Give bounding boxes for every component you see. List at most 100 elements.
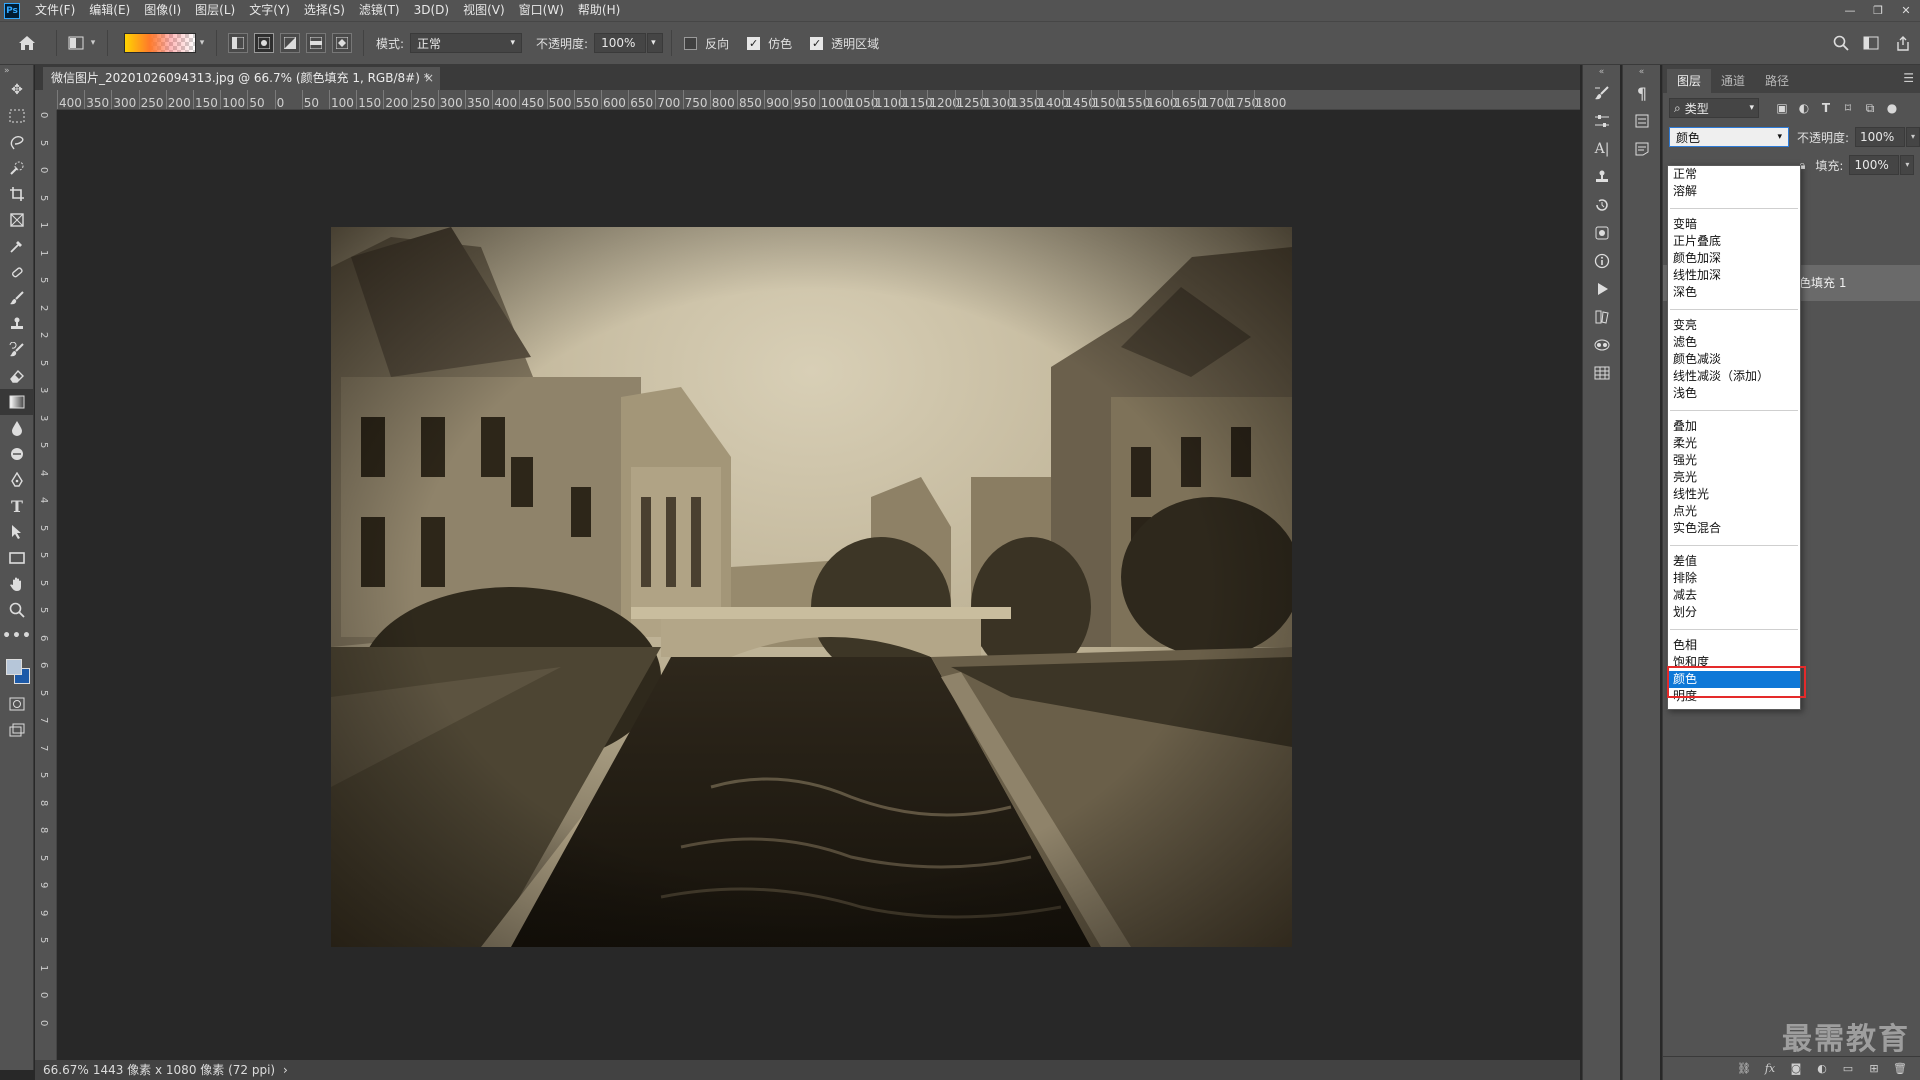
menu-item[interactable]: 帮助(H) bbox=[571, 0, 627, 21]
blend-mode-option[interactable]: 划分 bbox=[1668, 604, 1800, 621]
blend-mode-option[interactable]: 叠加 bbox=[1668, 418, 1800, 435]
filter-smart-object-icon[interactable]: ⧉ bbox=[1859, 101, 1881, 116]
angle-gradient-button[interactable] bbox=[280, 33, 300, 53]
blend-mode-option[interactable]: 线性加深 bbox=[1668, 267, 1800, 284]
add-mask-icon[interactable]: ◙ bbox=[1783, 1062, 1809, 1075]
gradient-swatch[interactable] bbox=[124, 33, 196, 53]
menu-item[interactable]: 图像(I) bbox=[137, 0, 188, 21]
restore-icon[interactable]: ❐ bbox=[1864, 0, 1892, 21]
new-group-icon[interactable]: ▭ bbox=[1835, 1062, 1861, 1075]
blend-mode-option[interactable]: 正片叠底 bbox=[1668, 233, 1800, 250]
blend-mode-option[interactable]: 变暗 bbox=[1668, 216, 1800, 233]
history-icon[interactable] bbox=[1583, 191, 1621, 219]
close-window-icon[interactable]: ✕ bbox=[1892, 0, 1920, 21]
paragraph-icon[interactable]: ¶ bbox=[1623, 79, 1661, 107]
menu-item[interactable]: 图层(L) bbox=[188, 0, 242, 21]
panel-menu-icon[interactable]: ☰ bbox=[1903, 71, 1914, 85]
radial-gradient-button[interactable] bbox=[254, 33, 274, 53]
status-menu-arrow[interactable]: › bbox=[283, 1063, 288, 1077]
filter-pixel-icon[interactable]: ▣ bbox=[1771, 101, 1793, 115]
menu-item[interactable]: 文字(Y) bbox=[242, 0, 297, 21]
blend-mode-option[interactable]: 线性光 bbox=[1668, 486, 1800, 503]
blend-mode-option[interactable]: 强光 bbox=[1668, 452, 1800, 469]
screen-mode-icon[interactable] bbox=[0, 717, 34, 743]
blend-mode-option[interactable]: 滤色 bbox=[1668, 334, 1800, 351]
chevron-down-icon[interactable]: ▾ bbox=[87, 38, 99, 48]
healing-brush-tool-icon[interactable] bbox=[0, 259, 34, 285]
transparency-checkbox[interactable]: ✓ bbox=[810, 36, 824, 50]
character-icon[interactable]: A| bbox=[1583, 135, 1621, 163]
collapse-icon[interactable]: » bbox=[0, 65, 33, 77]
menu-item[interactable]: 窗口(W) bbox=[512, 0, 571, 21]
blend-mode-option[interactable]: 深色 bbox=[1668, 284, 1800, 301]
reflected-gradient-button[interactable] bbox=[306, 33, 326, 53]
menu-item[interactable]: 编辑(E) bbox=[82, 0, 137, 21]
menu-item[interactable]: 3D(D) bbox=[407, 0, 456, 21]
filter-adjustment-icon[interactable]: ◐ bbox=[1793, 101, 1815, 115]
home-icon[interactable] bbox=[16, 32, 38, 54]
dodge-tool-icon[interactable] bbox=[0, 441, 34, 467]
more-tools-icon[interactable]: ••• bbox=[0, 623, 34, 649]
blend-mode-option[interactable]: 色相 bbox=[1668, 637, 1800, 654]
dither-checkbox[interactable]: ✓ bbox=[747, 36, 761, 50]
delete-layer-icon[interactable]: 🗑︎ bbox=[1887, 1062, 1913, 1075]
zoom-level[interactable]: 66.67% bbox=[43, 1060, 89, 1080]
blur-tool-icon[interactable] bbox=[0, 415, 34, 441]
layer-style-icon[interactable]: fx bbox=[1757, 1062, 1783, 1075]
filter-shape-icon[interactable]: ⌑ bbox=[1837, 101, 1859, 115]
horizontal-ruler[interactable]: 400 350 300 250 200 150 100 50 0 50 100 150 200 250 30… bbox=[57, 90, 1580, 110]
actions-play-icon[interactable] bbox=[1583, 275, 1621, 303]
layer-filter-select[interactable]: ⌕ 类型 ▾ bbox=[1669, 98, 1759, 118]
canvas-area[interactable] bbox=[57, 111, 1580, 1060]
gradient-tool-icon[interactable] bbox=[0, 389, 34, 415]
opacity-input[interactable]: 100% bbox=[594, 33, 647, 53]
blend-mode-option[interactable]: 实色混合 bbox=[1668, 520, 1800, 537]
menu-item[interactable]: 文件(F) bbox=[28, 0, 82, 21]
chevron-down-icon[interactable]: ▾ bbox=[1900, 155, 1915, 175]
chevron-down-icon[interactable]: ▾ bbox=[1906, 127, 1920, 147]
document-tab[interactable]: 微信图片_20201026094313.jpg @ 66.7% (颜色填充 1,… bbox=[43, 67, 440, 90]
blend-mode-option[interactable]: 线性减淡（添加） bbox=[1668, 368, 1800, 385]
clone-source-icon[interactable] bbox=[1583, 163, 1621, 191]
blend-mode-option[interactable]: 溶解 bbox=[1668, 183, 1800, 200]
blend-mode-option[interactable]: 颜色减淡 bbox=[1668, 351, 1800, 368]
filter-type-icon[interactable]: T bbox=[1815, 101, 1837, 115]
eyedropper-tool-icon[interactable] bbox=[0, 233, 34, 259]
brush-tool-icon[interactable] bbox=[0, 285, 34, 311]
crop-tool-icon[interactable] bbox=[0, 181, 34, 207]
frame-tool-icon[interactable] bbox=[0, 207, 34, 233]
diamond-gradient-button[interactable] bbox=[332, 33, 352, 53]
path-selection-tool-icon[interactable] bbox=[0, 519, 34, 545]
vertical-ruler[interactable]: 0 5 0 5 1 1 5 2 2 5 3 3 5 4 4 5 5 5 5 6 6 5 7 7 5 8 8 5 9 9 5 1 0 0 bbox=[35, 110, 57, 1060]
adjustments-icon[interactable] bbox=[1583, 107, 1621, 135]
blend-mode-option[interactable]: 亮光 bbox=[1668, 469, 1800, 486]
zoom-tool-icon[interactable] bbox=[0, 597, 34, 623]
marquee-tool-icon[interactable] bbox=[0, 103, 34, 129]
gradient-tool-preset-icon[interactable] bbox=[65, 32, 87, 54]
blend-mode-option[interactable]: 差值 bbox=[1668, 553, 1800, 570]
blend-mode-option[interactable]: 饱和度 bbox=[1668, 654, 1800, 671]
filter-toggle-icon[interactable]: ● bbox=[1881, 101, 1903, 115]
info-icon[interactable] bbox=[1583, 247, 1621, 275]
tab-channels[interactable]: 通道 bbox=[1711, 69, 1755, 93]
notes-icon[interactable] bbox=[1623, 135, 1661, 163]
blend-mode-option[interactable]: 排除 bbox=[1668, 570, 1800, 587]
clone-stamp-tool-icon[interactable] bbox=[0, 311, 34, 337]
blend-mode-option[interactable]: 柔光 bbox=[1668, 435, 1800, 452]
blend-mode-option[interactable]: 减去 bbox=[1668, 587, 1800, 604]
collapse-icon[interactable]: « bbox=[1583, 65, 1620, 79]
properties-icon[interactable] bbox=[1623, 107, 1661, 135]
libraries-icon[interactable] bbox=[1583, 303, 1621, 331]
share-icon[interactable] bbox=[1886, 32, 1920, 54]
link-layers-icon[interactable]: ⛓ bbox=[1731, 1062, 1757, 1075]
fill-input[interactable]: 100% bbox=[1849, 155, 1900, 175]
history-brush-tool-icon[interactable] bbox=[0, 337, 34, 363]
rectangle-tool-icon[interactable] bbox=[0, 545, 34, 571]
hand-tool-icon[interactable] bbox=[0, 571, 34, 597]
type-tool-icon[interactable]: T bbox=[0, 493, 34, 519]
opacity-dropdown[interactable]: ▾ bbox=[647, 33, 664, 53]
collapse-icon[interactable]: « bbox=[1623, 65, 1660, 79]
mode-select[interactable]: 正常 ▾ bbox=[410, 33, 523, 53]
tab-paths[interactable]: 路径 bbox=[1755, 69, 1799, 93]
menu-item[interactable]: 视图(V) bbox=[456, 0, 512, 21]
